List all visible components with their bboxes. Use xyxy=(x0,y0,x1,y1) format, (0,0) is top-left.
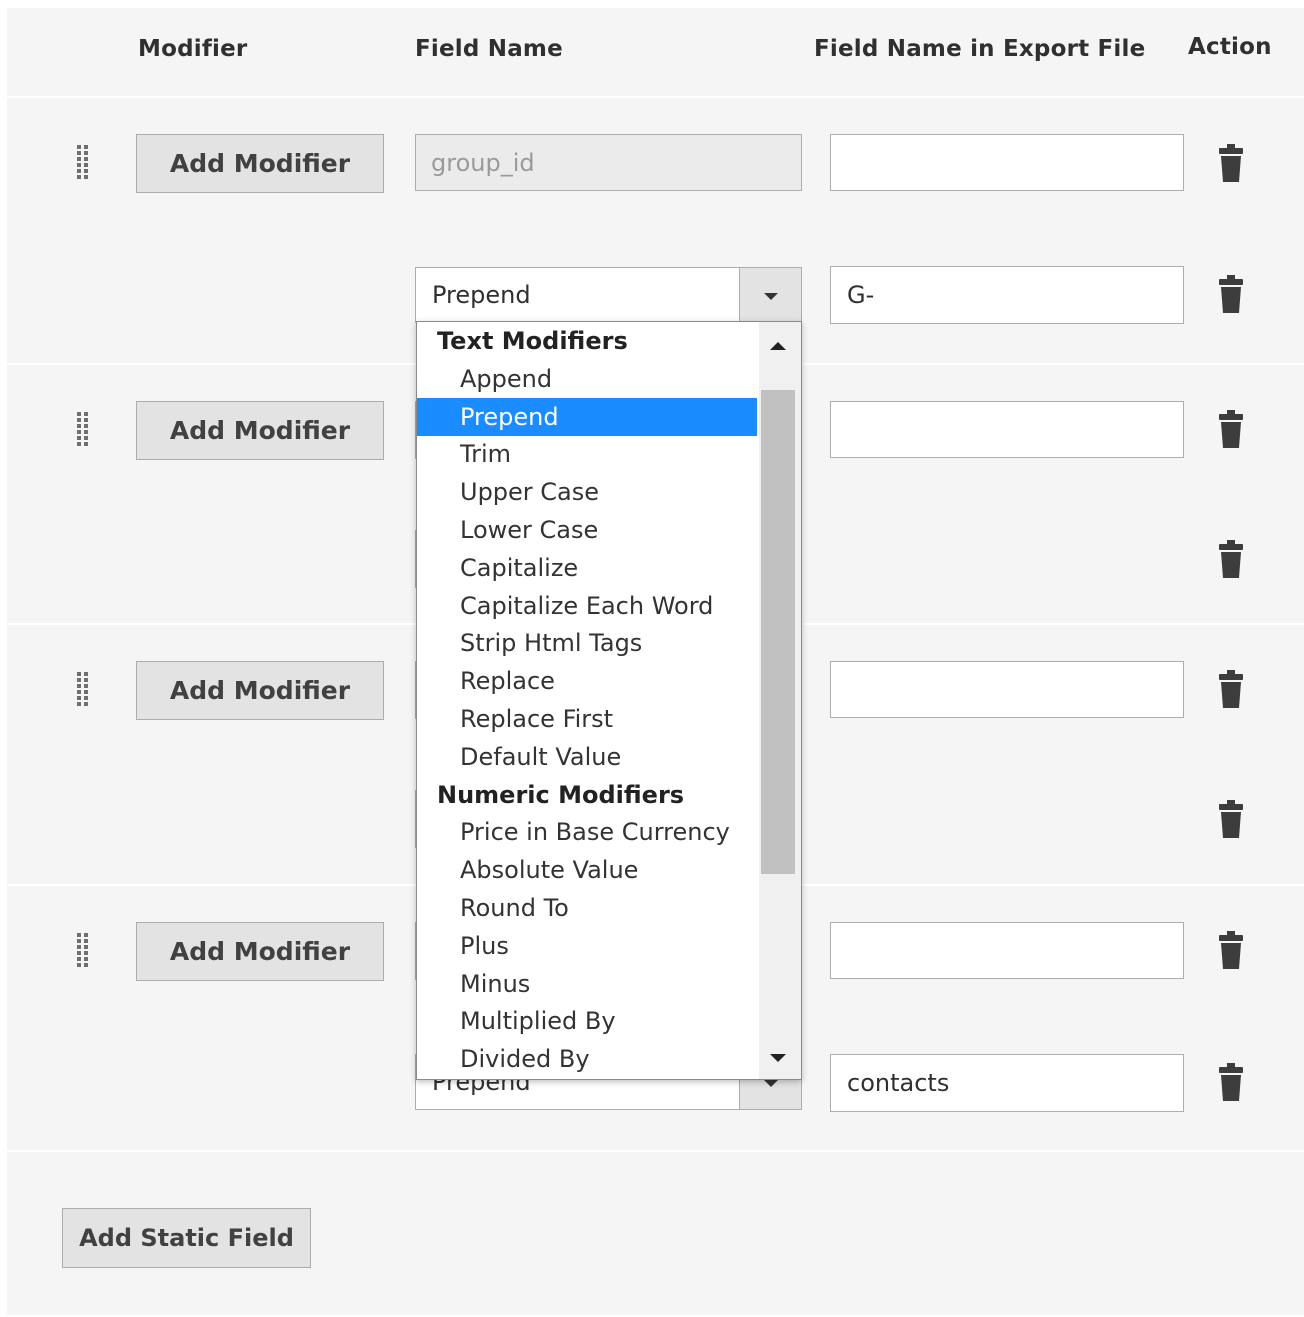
export-name-input[interactable] xyxy=(830,661,1184,718)
dropdown-option[interactable]: Absolute Value xyxy=(417,851,757,889)
dropdown-group-label: Numeric Modifiers xyxy=(437,780,685,809)
export-name-input[interactable] xyxy=(830,134,1184,191)
dropdown-scrollbar-thumb[interactable] xyxy=(761,390,795,874)
modifier-dropdown-list[interactable]: Text Modifiers Append Prepend Trim Upper Cas… xyxy=(416,321,802,1080)
row-divider xyxy=(7,1150,1304,1152)
add-modifier-button[interactable]: Add Modifier xyxy=(136,922,384,981)
scroll-down-arrow-icon[interactable] xyxy=(770,1054,786,1062)
add-modifier-button[interactable]: Add Modifier xyxy=(136,661,384,720)
dropdown-group-label: Text Modifiers xyxy=(437,327,628,355)
add-modifier-button[interactable]: Add Modifier xyxy=(136,134,384,193)
scroll-up-arrow-icon[interactable] xyxy=(770,342,786,350)
trash-icon[interactable] xyxy=(1218,275,1244,313)
drag-handle-icon[interactable] xyxy=(77,412,91,446)
drag-handle-icon[interactable] xyxy=(77,145,91,179)
trash-icon[interactable] xyxy=(1218,540,1244,578)
trash-icon[interactable] xyxy=(1218,670,1244,708)
add-modifier-button[interactable]: Add Modifier xyxy=(136,401,384,460)
drag-handle-icon[interactable] xyxy=(77,672,91,706)
trash-icon[interactable] xyxy=(1218,410,1244,448)
dropdown-option[interactable]: Append xyxy=(417,360,757,398)
dropdown-option[interactable]: Price in Base Currency xyxy=(417,813,757,851)
drag-handle-icon[interactable] xyxy=(77,933,91,967)
trash-icon[interactable] xyxy=(1218,931,1244,969)
dropdown-option[interactable]: Capitalize xyxy=(417,549,757,587)
dropdown-option[interactable]: Minus xyxy=(417,965,757,1003)
dropdown-option[interactable]: Replace First xyxy=(417,700,757,738)
dropdown-option[interactable]: Default Value xyxy=(417,738,757,776)
caret-down-icon[interactable] xyxy=(739,268,801,322)
column-header-export-name: Field Name in Export File xyxy=(814,36,1146,62)
row-divider xyxy=(7,96,1304,98)
dropdown-option[interactable]: Round To xyxy=(417,889,757,927)
dropdown-option[interactable]: Divided By xyxy=(417,1040,757,1078)
trash-icon[interactable] xyxy=(1218,1063,1244,1101)
export-name-input[interactable]: G- xyxy=(830,266,1184,324)
export-name-input[interactable] xyxy=(830,401,1184,458)
dropdown-option[interactable]: Strip Html Tags xyxy=(417,624,757,662)
dropdown-option[interactable]: Lower Case xyxy=(417,511,757,549)
field-name-input[interactable]: group_id xyxy=(415,134,802,191)
modifier-select[interactable]: Prepend xyxy=(415,267,802,323)
dropdown-option[interactable]: Capitalize Each Word xyxy=(417,587,757,625)
trash-icon[interactable] xyxy=(1218,144,1244,182)
dropdown-option[interactable]: Trim xyxy=(417,435,757,473)
dropdown-option[interactable]: Multiplied By xyxy=(417,1002,757,1040)
modifier-select-value: Prepend xyxy=(432,281,531,309)
dropdown-option[interactable]: Replace xyxy=(417,662,757,700)
export-name-input[interactable] xyxy=(830,922,1184,979)
dropdown-option[interactable]: Upper Case xyxy=(417,473,757,511)
column-header-action: Action xyxy=(1188,34,1272,60)
add-static-field-button[interactable]: Add Static Field xyxy=(62,1208,311,1268)
column-header-field-name: Field Name xyxy=(415,36,563,62)
column-header-modifier: Modifier xyxy=(138,36,248,62)
trash-icon[interactable] xyxy=(1218,800,1244,838)
dropdown-option[interactable]: Plus xyxy=(417,927,757,965)
dropdown-option[interactable]: Prepend xyxy=(417,397,757,436)
export-name-input[interactable]: contacts xyxy=(830,1054,1184,1112)
